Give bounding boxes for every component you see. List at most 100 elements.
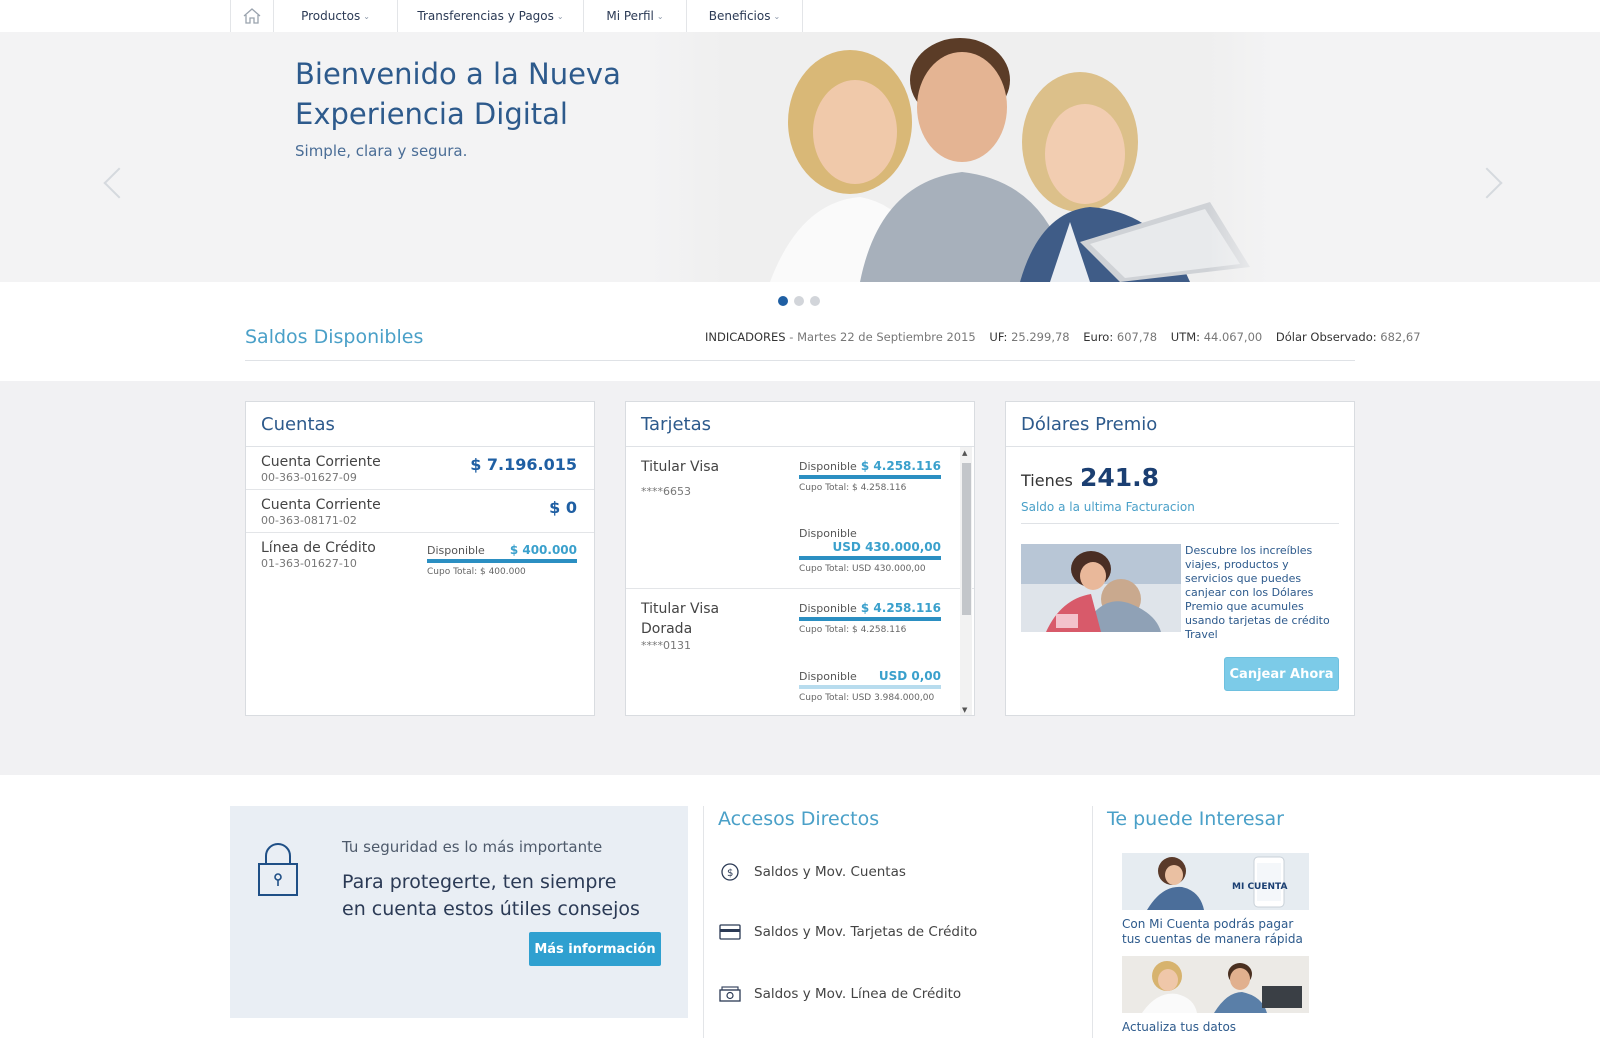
security-message: Para protegerte, ten siempre en cuenta e…	[342, 871, 640, 920]
column-divider	[1092, 806, 1093, 1038]
carousel-dot-2[interactable]	[794, 296, 804, 306]
cupo-total: Cupo Total: USD 430.000,00	[799, 564, 926, 574]
home-button[interactable]	[231, 0, 274, 32]
dolares-premio-card: Dólares Premio Tienes 241.8 Saldo a la u…	[1005, 401, 1355, 716]
credit-available-box: Disponible $ 400.000 Cupo Total: $ 400.0…	[427, 543, 577, 577]
card-name: Titular Visa	[641, 459, 720, 475]
family-photo	[650, 32, 1270, 282]
credit-card-icon	[719, 924, 741, 940]
interest-text: Actualiza tus datos	[1122, 1020, 1237, 1034]
hero-title: Bienvenido a la Nueva Experiencia Digita…	[295, 57, 621, 131]
mi-cuenta-badge: MI CUENTA	[1232, 882, 1287, 892]
accesos-title: Accesos Directos	[718, 808, 880, 830]
canjear-ahora-button[interactable]: Canjear Ahora	[1224, 657, 1339, 691]
indicadores-date: - Martes 22 de Septiembre 2015	[785, 330, 976, 344]
card-row[interactable]: Titular Visa ****6653 Disponible $ 4.258…	[626, 447, 974, 589]
nav-beneficios[interactable]: Beneficios ⌄	[687, 0, 803, 32]
indicadores-label: INDICADORES	[705, 330, 786, 344]
cupo-total: Cupo Total: $ 400.000	[427, 567, 526, 577]
acceso-label: Saldos y Mov. Tarjetas de Crédito	[754, 924, 978, 940]
card-name: Titular Visa Dorada	[641, 601, 720, 637]
chevron-down-icon: ⌄	[773, 11, 781, 21]
nav-mi-perfil-label: Mi Perfil	[606, 9, 654, 23]
available-value: $ 4.258.116	[860, 459, 941, 473]
tarjetas-title: Tarjetas	[626, 402, 974, 447]
nav-transferencias[interactable]: Transferencias y Pagos ⌄	[398, 0, 584, 32]
international-available-box: Disponible USD 0,00 Cupo Total: USD 3.98…	[799, 669, 941, 703]
cuentas-card: Cuentas Cuenta Corriente 00-363-01627-09…	[245, 401, 595, 716]
nav-mi-perfil[interactable]: Mi Perfil ⌄	[584, 0, 687, 32]
dolar-label: Dólar Observado:	[1275, 330, 1377, 344]
tarjetas-scrollbar[interactable]: ▲ ▼	[960, 447, 972, 715]
coin-icon: $	[721, 863, 739, 881]
lock-icon	[258, 843, 298, 896]
tienes-label: Tienes	[1021, 471, 1073, 490]
euro-value: 607,78	[1116, 330, 1158, 344]
uf-label: UF:	[989, 330, 1008, 344]
interest-item-actualiza[interactable]: Actualiza tus datos	[1122, 956, 1312, 1035]
interest-text: Con Mi Cuenta podrás pagar tus cuentas d…	[1122, 917, 1303, 946]
cupo-total: Cupo Total: USD 3.984.000,00	[799, 693, 935, 703]
tarjetas-scroll-area[interactable]: Titular Visa ****6653 Disponible $ 4.258…	[626, 447, 974, 715]
security-box: Tu seguridad es lo más importante Para p…	[230, 806, 688, 1018]
promo-text: Descubre los increíbles viajes, producto…	[1185, 544, 1330, 641]
available-progress-bar	[799, 685, 941, 689]
carousel-dot-1[interactable]	[778, 296, 788, 306]
account-row[interactable]: Cuenta Corriente 00-363-08171-02 $ 0	[246, 490, 594, 533]
security-kicker: Tu seguridad es lo más importante	[342, 838, 603, 856]
mi-cuenta-promo-image: MI CUENTA	[1122, 853, 1309, 910]
available-label: Disponible	[799, 460, 857, 473]
national-available-box: Disponible $ 4.258.116 Cupo Total: $ 4.2…	[799, 459, 941, 493]
scroll-up-icon[interactable]: ▲	[962, 449, 967, 457]
available-label: Disponible	[799, 670, 857, 683]
chevron-down-icon: ⌄	[363, 11, 370, 21]
available-progress-bar	[799, 475, 941, 479]
svg-text:$: $	[727, 868, 733, 879]
euro-label: Euro:	[1083, 330, 1114, 344]
nav-productos-label: Productos	[301, 9, 361, 23]
hero-banner: Bienvenido a la Nueva Experiencia Digita…	[0, 32, 1600, 282]
interest-item-mi-cuenta[interactable]: MI CUENTA Con Mi Cuenta podrás pagar tus…	[1122, 853, 1312, 947]
dolares-title: Dólares Premio	[1006, 402, 1354, 447]
account-name: Cuenta Corriente	[261, 497, 381, 513]
scrollbar-thumb[interactable]	[962, 463, 971, 615]
points-value: 241.8	[1079, 463, 1160, 492]
cupo-total: Cupo Total: $ 4.258.116	[799, 625, 907, 635]
scroll-down-icon[interactable]: ▼	[962, 706, 967, 714]
points-subtitle: Saldo a la ultima Facturacion	[1021, 500, 1339, 524]
available-value: USD 430.000,00	[832, 540, 941, 554]
nav-productos[interactable]: Productos ⌄	[274, 0, 398, 32]
dolar-value: 682,67	[1380, 330, 1421, 344]
acceso-saldos-linea-credito[interactable]: Saldos y Mov. Línea de Crédito	[718, 986, 961, 1002]
acceso-label: Saldos y Mov. Cuentas	[754, 864, 906, 880]
home-icon	[243, 8, 261, 24]
cupo-total: Cupo Total: $ 4.258.116	[799, 483, 907, 493]
carousel-dot-3[interactable]	[810, 296, 820, 306]
carousel-next-arrow[interactable]	[1471, 167, 1503, 199]
card-number: ****0131	[641, 639, 691, 652]
account-balance: $ 0	[549, 498, 577, 517]
chevron-down-icon: ⌄	[656, 11, 664, 21]
available-label: Disponible	[799, 527, 857, 540]
column-divider	[703, 806, 704, 1038]
available-value: USD 0,00	[878, 669, 941, 683]
account-row[interactable]: Cuenta Corriente 00-363-01627-09 $ 7.196…	[246, 447, 594, 490]
available-value: $ 4.258.116	[860, 601, 941, 615]
credit-line-row[interactable]: Línea de Crédito 01-363-01627-10 Disponi…	[246, 533, 594, 577]
actualiza-datos-image	[1122, 956, 1309, 1013]
promo-block[interactable]: Descubre los increíbles viajes, producto…	[1021, 544, 1339, 642]
available-value: $ 400.000	[509, 543, 577, 557]
interesar-title: Te puede Interesar	[1107, 808, 1284, 830]
acceso-saldos-tarjetas[interactable]: Saldos y Mov. Tarjetas de Crédito	[718, 924, 977, 940]
promo-photo	[1021, 544, 1181, 632]
mas-informacion-button[interactable]: Más información	[529, 932, 661, 966]
acceso-label: Saldos y Mov. Línea de Crédito	[754, 986, 962, 1002]
card-row[interactable]: Titular Visa Dorada ****0131 Disponible …	[626, 589, 974, 715]
available-progress-bar	[799, 617, 941, 621]
available-label: Disponible	[799, 602, 857, 615]
acceso-saldos-cuentas[interactable]: $ Saldos y Mov. Cuentas	[718, 862, 906, 882]
saldos-title: Saldos Disponibles	[245, 326, 424, 348]
cuentas-title: Cuentas	[246, 402, 594, 447]
carousel-prev-arrow[interactable]	[103, 167, 135, 199]
indicadores-bar: INDICADORES - Martes 22 de Septiembre 20…	[705, 330, 1429, 344]
